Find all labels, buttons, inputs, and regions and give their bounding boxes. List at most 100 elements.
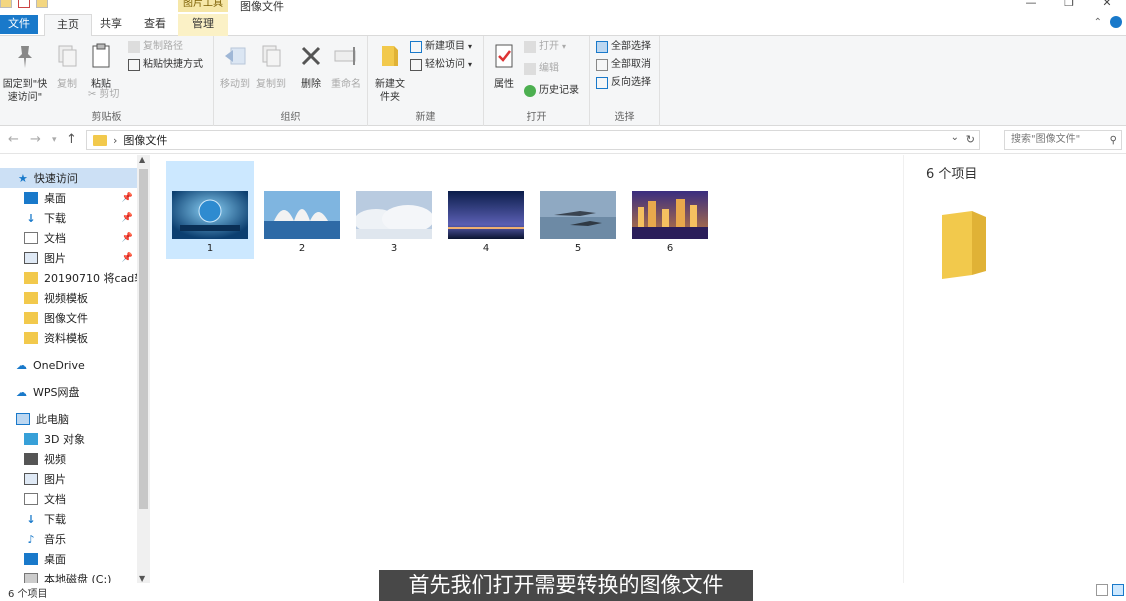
nav-pc-desktop[interactable]: 桌面 [0, 549, 137, 569]
nav-pc-downloads[interactable]: ↓ 下载 [0, 509, 137, 529]
group-label-clipboard: 剪贴板 [91, 112, 122, 123]
nav-pc-documents[interactable]: 文档 [0, 489, 137, 509]
address-dropdown-icon[interactable]: ⌄ [951, 132, 959, 143]
nav-scrollbar[interactable]: ▲ ▼ [137, 155, 150, 583]
ribbon-tabs: 文件 主页 共享 查看 管理 ⌃ [0, 12, 1126, 36]
nav-item-documents[interactable]: 文档 📌 [0, 228, 137, 248]
new-folder-icon[interactable] [36, 0, 48, 8]
maximize-icon[interactable]: ❐ [1050, 0, 1088, 9]
nav-item-material-templates[interactable]: 资料模板 [0, 328, 137, 348]
breadcrumb[interactable]: 图像文件 [123, 132, 167, 148]
close-icon[interactable]: ✕ [1088, 0, 1126, 9]
copy-path-button[interactable]: 复制路径 [128, 40, 183, 54]
open-button[interactable]: 打开 ▾ [524, 40, 566, 54]
pin-to-quick-access-button[interactable]: 固定到"快速访问" [2, 42, 48, 104]
file-name: 3 [390, 243, 398, 254]
ribbon: 固定到"快速访问" 复制 粘贴 复制路径 粘贴快捷方式 ✂ 剪切 剪贴板 移动到 [0, 36, 1126, 126]
new-folder-button[interactable]: 新建文件夹 [372, 42, 408, 104]
copy-button[interactable]: 复制 [52, 42, 82, 91]
nav-item-pictures[interactable]: 图片 📌 [0, 248, 137, 268]
folder-icon [93, 134, 107, 146]
navigation-list: ★ 快速访问 桌面 📌 ↓ 下载 📌 文档 📌 图片 📌 20190710 将c… [0, 155, 137, 583]
move-to-button[interactable]: 移动到 [218, 42, 252, 91]
nav-pc-3d-objects[interactable]: 3D 对象 [0, 429, 137, 449]
details-view-icon[interactable] [1096, 584, 1108, 596]
file-item[interactable]: 3 [350, 161, 438, 259]
properties-button[interactable]: 属性 [490, 42, 518, 91]
scissors-icon: ✂ [88, 89, 97, 100]
refresh-icon[interactable]: ↻ [966, 133, 975, 146]
up-icon[interactable]: ↑ [66, 132, 77, 147]
invert-selection-button[interactable]: 反向选择 [596, 76, 651, 90]
folder-icon [24, 332, 38, 344]
view-toggle [1096, 584, 1124, 596]
image-thumbnail [356, 191, 432, 239]
nav-pc-local-disk-c[interactable]: 本地磁盘 (C:) [0, 569, 137, 583]
scroll-up-icon[interactable]: ▲ [139, 155, 145, 164]
context-tab-label: 图片工具 [178, 0, 228, 12]
address-bar[interactable]: › 图像文件 ⌄ ↻ [86, 130, 980, 150]
search-input[interactable]: 搜索"图像文件" ⚲ [1004, 130, 1122, 150]
paste-button[interactable]: 粘贴 [86, 42, 116, 91]
video-icon [24, 453, 38, 465]
nav-pc-pictures[interactable]: 图片 [0, 469, 137, 489]
properties-icon[interactable] [18, 0, 30, 8]
nav-wps-drive[interactable]: ☁ WPS网盘 [0, 382, 137, 402]
nav-this-pc[interactable]: 此电脑 [0, 409, 137, 429]
computer-icon [16, 413, 30, 425]
copy-to-button[interactable]: 复制到 [254, 42, 288, 91]
rename-button[interactable]: 重命名 [328, 42, 364, 91]
scroll-down-icon[interactable]: ▼ [139, 574, 145, 583]
tab-share[interactable]: 共享 [88, 14, 134, 36]
collapse-ribbon-icon[interactable]: ⌃ [1094, 17, 1102, 28]
pin-icon: 📌 [121, 213, 133, 223]
quick-access-toolbar [0, 0, 48, 8]
nav-item-downloads[interactable]: ↓ 下载 📌 [0, 208, 137, 228]
nav-item-video-templates[interactable]: 视频模板 [0, 288, 137, 308]
cut-button[interactable]: ✂ 剪切 [88, 88, 119, 102]
large-icons-view-icon[interactable] [1112, 584, 1124, 596]
tab-view[interactable]: 查看 [132, 14, 178, 36]
back-icon[interactable]: ← [8, 132, 19, 147]
easy-access-icon [410, 59, 422, 71]
delete-icon [301, 46, 321, 66]
document-icon [24, 493, 38, 505]
folder-icon[interactable] [0, 0, 12, 8]
forward-icon[interactable]: → [30, 132, 41, 147]
edit-button[interactable]: 编辑 [524, 62, 559, 76]
paste-shortcut-button[interactable]: 粘贴快捷方式 [128, 58, 203, 72]
cloud-icon: ☁ [16, 358, 27, 372]
group-label-open: 打开 [526, 112, 547, 123]
paste-icon [92, 43, 110, 68]
nav-onedrive[interactable]: ☁ OneDrive [0, 355, 137, 375]
select-all-button[interactable]: 全部选择 [596, 40, 651, 54]
history-button[interactable]: 历史记录 [524, 84, 579, 98]
address-bar-row: ← → ▾ ↑ › 图像文件 ⌄ ↻ 搜索"图像文件" ⚲ [0, 126, 1126, 154]
nav-item-image-files[interactable]: 图像文件 [0, 308, 137, 328]
easy-access-button[interactable]: 轻松访问 ▾ [410, 58, 472, 72]
tab-manage[interactable]: 管理 [178, 14, 228, 36]
tab-file[interactable]: 文件 [0, 15, 38, 34]
paste-shortcut-icon [128, 59, 140, 71]
nav-item-cad-folder[interactable]: 20190710 将cad软件 [0, 268, 137, 288]
nav-item-desktop[interactable]: 桌面 📌 [0, 188, 137, 208]
nav-quick-access[interactable]: ★ 快速访问 [0, 168, 137, 188]
nav-pc-videos[interactable]: 视频 [0, 449, 137, 469]
file-item[interactable]: 5 [534, 161, 622, 259]
new-item-button[interactable]: 新建项目 ▾ [410, 40, 472, 54]
help-icon[interactable] [1110, 16, 1122, 28]
tab-home[interactable]: 主页 [44, 14, 92, 36]
file-item[interactable]: 4 [442, 161, 530, 259]
details-pane: 6 个项目 [903, 155, 1126, 583]
minimize-icon[interactable]: — [1012, 0, 1050, 9]
recent-dropdown-icon[interactable]: ▾ [52, 135, 57, 145]
picture-icon [24, 473, 38, 485]
file-item[interactable]: 1 [166, 161, 254, 259]
select-none-button[interactable]: 全部取消 [596, 58, 651, 72]
file-item[interactable]: 2 [258, 161, 346, 259]
picture-icon [24, 252, 38, 264]
delete-button[interactable]: 删除 [296, 42, 326, 91]
nav-pc-music[interactable]: ♪ 音乐 [0, 529, 137, 549]
scrollbar-thumb[interactable] [139, 169, 148, 509]
file-item[interactable]: 6 [626, 161, 714, 259]
